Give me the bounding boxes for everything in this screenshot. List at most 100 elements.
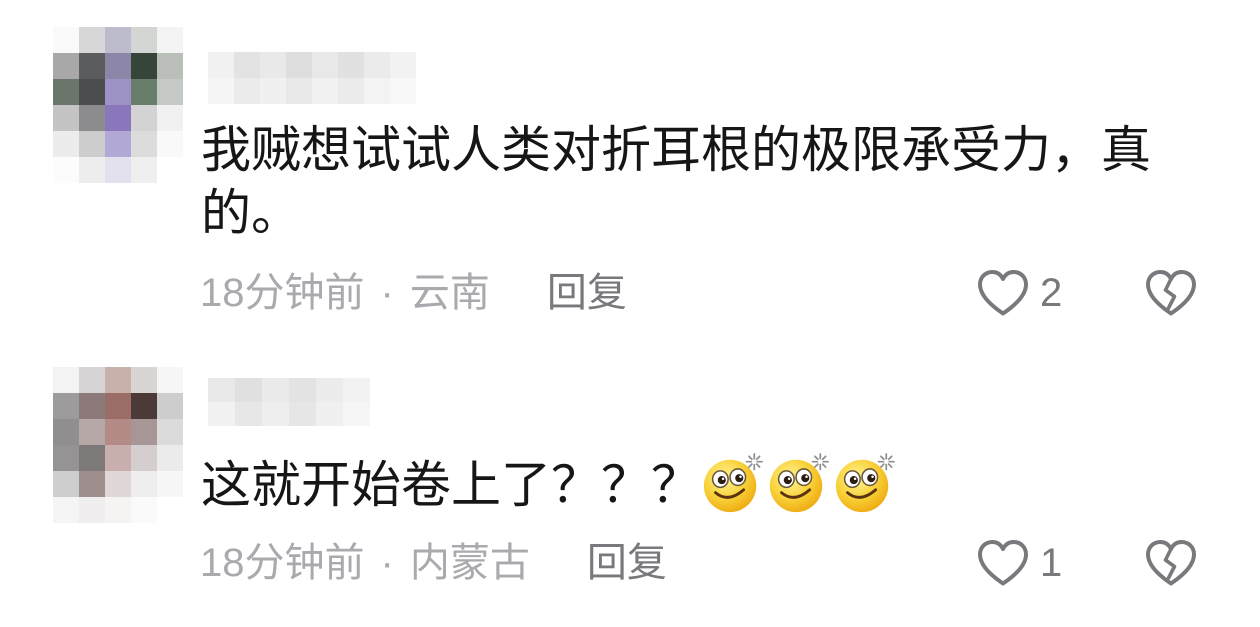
mosaic-cell xyxy=(286,78,312,104)
mosaic-cell xyxy=(105,131,131,157)
mosaic-cell xyxy=(131,105,157,131)
comment-text[interactable]: 我贼想试试人类对折耳根的极限承受力，真的。 xyxy=(201,119,1166,245)
mosaic-cell xyxy=(289,402,316,426)
mosaic-cell xyxy=(343,378,370,402)
heart-icon[interactable] xyxy=(975,268,1031,318)
mosaic-cell xyxy=(338,52,364,78)
mosaic-cell xyxy=(208,78,234,104)
mosaic-cell xyxy=(234,78,260,104)
mosaic-cell xyxy=(79,131,105,157)
mosaic-cell xyxy=(208,402,235,426)
mosaic-cell xyxy=(105,471,131,497)
sparkle-eyes-smile-emoji xyxy=(833,452,895,514)
mosaic-cell xyxy=(105,105,131,131)
comment-text-content: 这就开始卷上了？？？ xyxy=(201,457,701,513)
mosaic-cell xyxy=(235,378,262,402)
comment-meta: 18分钟前 · 内蒙古 回复 1 xyxy=(200,538,1260,588)
sparkle-eyes-smile-emoji xyxy=(701,452,763,514)
like-button[interactable]: 2 xyxy=(975,268,1062,318)
mosaic-cell xyxy=(79,497,105,523)
mosaic-cell xyxy=(312,52,338,78)
mosaic-cell xyxy=(79,393,105,419)
mosaic-cell xyxy=(157,393,183,419)
mosaic-cell xyxy=(105,419,131,445)
sparkle-eyes-smile-emoji xyxy=(767,452,829,514)
comment-time: 18分钟前 xyxy=(200,271,365,315)
mosaic-cell xyxy=(390,78,416,104)
reply-button[interactable]: 回复 xyxy=(587,541,667,585)
mosaic-cell xyxy=(53,53,79,79)
mosaic-cell xyxy=(105,27,131,53)
mosaic-cell xyxy=(364,78,390,104)
mosaic-cell xyxy=(105,53,131,79)
mosaic-cell xyxy=(343,402,370,426)
mosaic-cell xyxy=(289,378,316,402)
mosaic-cell xyxy=(131,131,157,157)
broken-heart-icon[interactable] xyxy=(1143,268,1199,318)
mosaic-cell xyxy=(131,445,157,471)
mosaic-cell xyxy=(105,79,131,105)
mosaic-cell xyxy=(53,419,79,445)
mosaic-cell xyxy=(208,52,234,78)
mosaic-cell xyxy=(286,52,312,78)
mosaic-cell xyxy=(157,131,183,157)
comment-item: 这就开始卷上了？？？ 18分钟前 · 内蒙古 回复 1 xyxy=(0,340,1260,627)
mosaic-cell xyxy=(105,157,131,183)
mosaic-cell xyxy=(79,79,105,105)
mosaic-cell xyxy=(131,157,157,183)
mosaic-cell xyxy=(131,79,157,105)
mosaic-cell xyxy=(53,367,79,393)
mosaic-cell xyxy=(235,402,262,426)
mosaic-cell xyxy=(53,27,79,53)
comment-time: 18分钟前 xyxy=(200,541,365,585)
mosaic-cell xyxy=(208,378,235,402)
broken-heart-icon[interactable] xyxy=(1143,538,1199,588)
dislike-button[interactable] xyxy=(1143,538,1199,588)
mosaic-cell xyxy=(157,419,183,445)
mosaic-cell xyxy=(53,393,79,419)
dislike-button[interactable] xyxy=(1143,268,1199,318)
mosaic-cell xyxy=(157,105,183,131)
avatar[interactable] xyxy=(53,367,183,523)
mosaic-cell xyxy=(260,78,286,104)
meta-separator: · xyxy=(380,541,394,585)
mosaic-cell xyxy=(79,419,105,445)
mosaic-cell xyxy=(316,378,343,402)
mosaic-cell xyxy=(79,445,105,471)
mosaic-cell xyxy=(53,131,79,157)
mosaic-cell xyxy=(79,53,105,79)
mosaic-cell xyxy=(260,52,286,78)
comment-item: 我贼想试试人类对折耳根的极限承受力，真的。 18分钟前 · 云南 回复 2 xyxy=(0,0,1260,340)
mosaic-cell xyxy=(364,52,390,78)
mosaic-cell xyxy=(131,367,157,393)
comment-text[interactable]: 这就开始卷上了？？？ xyxy=(201,452,1166,517)
reply-button[interactable]: 回复 xyxy=(547,271,627,315)
mosaic-cell xyxy=(53,105,79,131)
mosaic-cell xyxy=(79,367,105,393)
mosaic-cell xyxy=(157,497,183,523)
mosaic-cell xyxy=(131,471,157,497)
mosaic-cell xyxy=(131,53,157,79)
mosaic-cell xyxy=(79,157,105,183)
mosaic-cell xyxy=(53,471,79,497)
comment-location: 云南 xyxy=(409,271,490,315)
comment-text-content: 我贼想试试人类对折耳根的极限承受力，真的。 xyxy=(201,122,1151,241)
username-pixelated[interactable] xyxy=(208,378,370,426)
mosaic-cell xyxy=(105,393,131,419)
mosaic-cell xyxy=(131,419,157,445)
mosaic-cell xyxy=(157,367,183,393)
like-count: 2 xyxy=(1040,271,1063,315)
like-button[interactable]: 1 xyxy=(975,538,1062,588)
mosaic-cell xyxy=(262,402,289,426)
mosaic-cell xyxy=(131,393,157,419)
mosaic-cell xyxy=(157,53,183,79)
avatar[interactable] xyxy=(53,27,183,183)
like-count: 1 xyxy=(1040,541,1063,585)
meta-separator: · xyxy=(380,271,394,315)
mosaic-cell xyxy=(79,27,105,53)
mosaic-cell xyxy=(157,27,183,53)
mosaic-cell xyxy=(53,157,79,183)
username-pixelated[interactable] xyxy=(208,52,416,104)
comment-location: 内蒙古 xyxy=(409,541,530,585)
heart-icon[interactable] xyxy=(975,538,1031,588)
